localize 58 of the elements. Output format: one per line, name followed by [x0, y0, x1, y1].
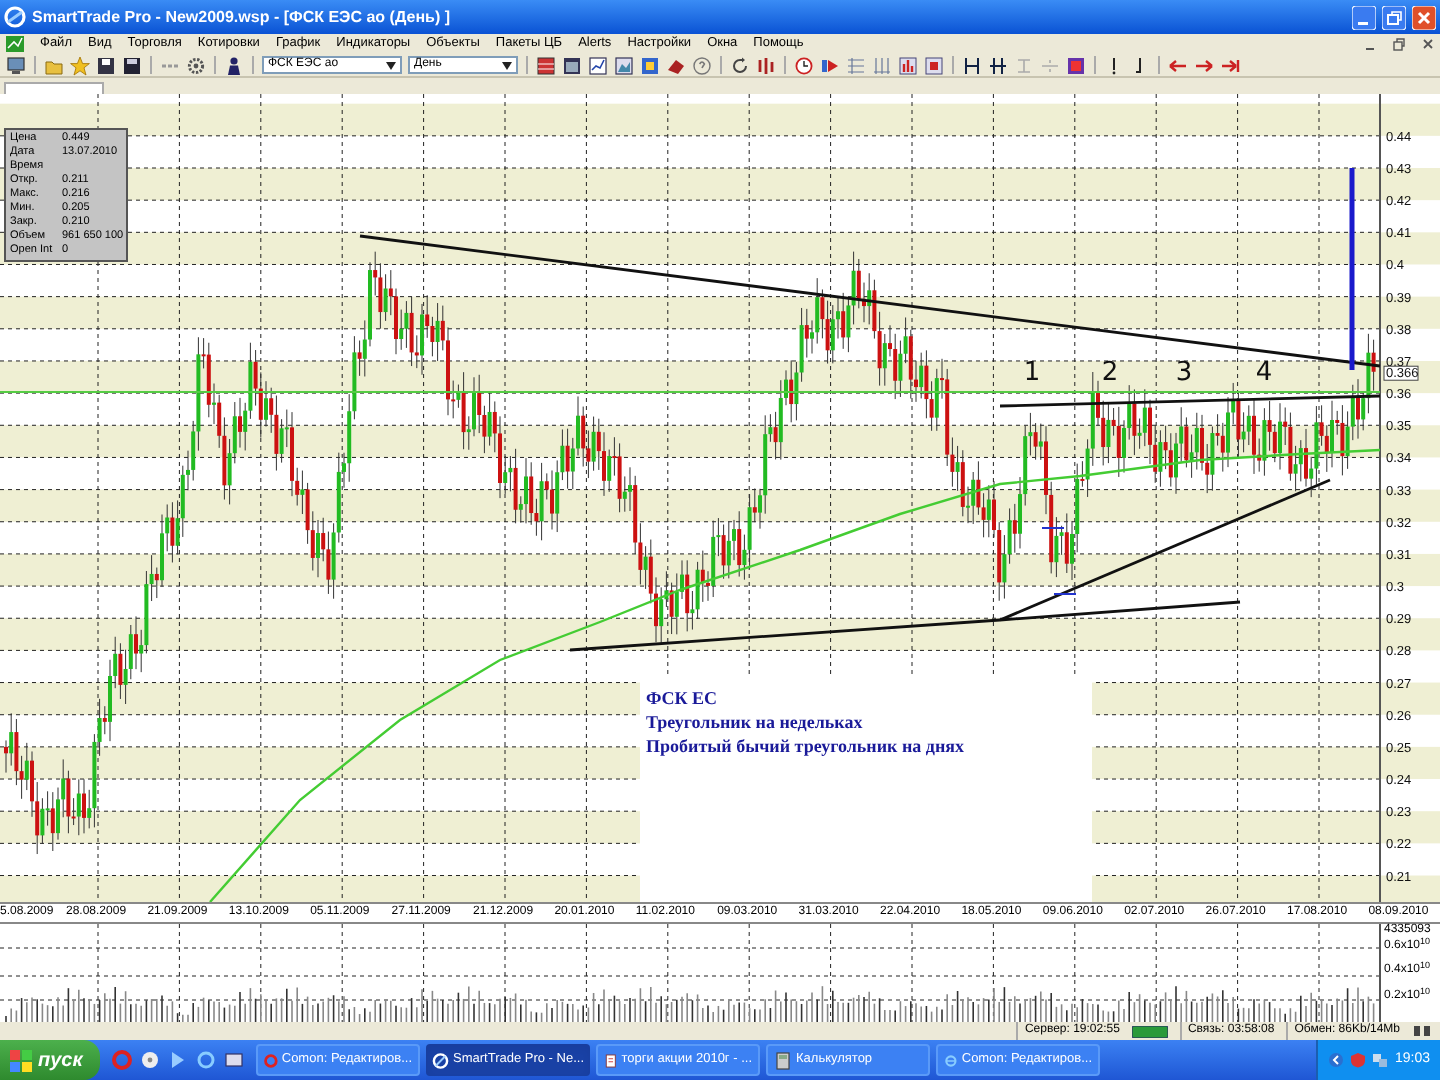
- monitor-icon[interactable]: [6, 55, 26, 75]
- clock-icon[interactable]: [794, 55, 814, 75]
- annotation-text: Пробитый бычий треугольник на днях: [646, 736, 967, 758]
- person-icon[interactable]: [224, 55, 244, 75]
- area-chart-icon[interactable]: [614, 55, 634, 75]
- pattern-number: 2: [1101, 358, 1119, 388]
- chevron-icon[interactable]: [1328, 1052, 1345, 1068]
- caret-icon: [386, 61, 396, 69]
- disc-icon[interactable]: [140, 1050, 160, 1070]
- candles-icon[interactable]: [756, 55, 776, 75]
- save-icon[interactable]: [96, 55, 116, 75]
- save-all-icon[interactable]: [122, 55, 142, 75]
- spacing-icon[interactable]: [988, 55, 1008, 75]
- app-logo-icon: [432, 1051, 449, 1069]
- arrow-right-icon[interactable]: [1194, 55, 1214, 75]
- marker-line: [1053, 593, 1077, 595]
- play-icon[interactable]: [820, 55, 840, 75]
- bar-chart-icon[interactable]: [898, 55, 918, 75]
- palette-icon[interactable]: [1066, 55, 1086, 75]
- windows-flag-icon: [10, 1049, 32, 1071]
- pattern-number: 3: [1175, 358, 1193, 388]
- app-logo-icon: [4, 6, 26, 28]
- table-icon[interactable]: [536, 55, 556, 75]
- browser-icon: [944, 1051, 958, 1069]
- restore-icon[interactable]: [1382, 5, 1406, 29]
- marker-line: [1041, 527, 1065, 529]
- close-icon[interactable]: [1422, 36, 1434, 52]
- desktop-icon[interactable]: [224, 1050, 244, 1070]
- annotation-text: ФСК ЕС: [646, 688, 720, 710]
- window-icon[interactable]: [562, 55, 582, 75]
- browser-icon[interactable]: [196, 1050, 216, 1070]
- player-icon[interactable]: [168, 1050, 188, 1070]
- arrow-left-icon[interactable]: [1168, 55, 1188, 75]
- chart-window-icon: [6, 36, 24, 52]
- panel-icon[interactable]: [640, 55, 660, 75]
- pattern-number: 4: [1255, 358, 1273, 388]
- gear-icon[interactable]: [186, 55, 206, 75]
- caret-icon: [502, 61, 512, 69]
- window-title: SmartTrade Pro - New2009.wsp - [ФСК ЕЭС ао (День) ]: [32, 5, 452, 29]
- grid-icon[interactable]: [846, 55, 866, 75]
- annotation-text: Треугольник на недельках: [646, 712, 865, 734]
- network-icon[interactable]: [1372, 1052, 1389, 1068]
- connection-indicator-icon: [1131, 1025, 1168, 1037]
- refresh-icon[interactable]: [730, 55, 750, 75]
- star-icon[interactable]: [70, 55, 90, 75]
- pattern-number: 1: [1023, 358, 1041, 388]
- calculator-icon: [774, 1051, 792, 1069]
- arrow-to-end-icon[interactable]: [1220, 55, 1240, 75]
- network-icon: [1412, 1024, 1432, 1038]
- line-chart-icon[interactable]: [588, 55, 608, 75]
- fixed-width-icon[interactable]: [962, 55, 982, 75]
- bar-chart-icon[interactable]: [924, 55, 944, 75]
- document-icon: [604, 1051, 618, 1069]
- question-icon[interactable]: [692, 55, 712, 75]
- minimize-icon[interactable]: [1352, 5, 1376, 29]
- columns-icon[interactable]: [872, 55, 892, 75]
- restore-icon[interactable]: [1392, 36, 1406, 52]
- opera-icon: [264, 1051, 278, 1069]
